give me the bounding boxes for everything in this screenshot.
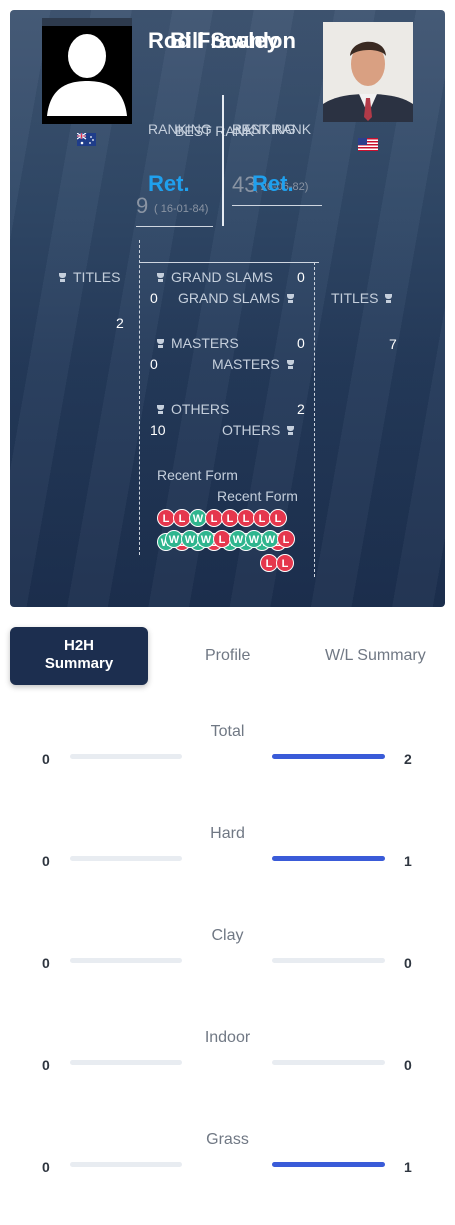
player1-grand-slams-value: 0: [297, 269, 305, 285]
player2-titles-value: 7: [389, 336, 397, 352]
player2-masters-value: 0: [150, 356, 158, 372]
player1-others-label: OTHERS: [156, 401, 229, 417]
tab-profile[interactable]: Profile: [205, 647, 250, 665]
summary-right-count: 0: [404, 955, 412, 971]
summary-right-count: 1: [404, 853, 412, 869]
summary-left-count: 0: [42, 955, 50, 971]
summary-left-bar-track: [70, 754, 182, 759]
summary-category-label: Grass: [206, 1131, 249, 1148]
player1-rank-underline: [136, 226, 213, 227]
summary-right-count: 1: [404, 1159, 412, 1175]
player1-others-value: 2: [297, 401, 305, 417]
summary-right-bar-track: [272, 754, 385, 759]
player1-photo: [42, 18, 132, 124]
trophy-icon: [156, 273, 165, 283]
player1-stats-guide: [139, 240, 140, 555]
trophy-icon: [58, 273, 67, 283]
trophy-icon: [156, 339, 165, 349]
trophy-icon: [286, 426, 295, 436]
player-silhouette-icon: [47, 34, 127, 116]
summary-left-bar-track: [70, 856, 182, 861]
trophy-icon: [286, 294, 295, 304]
player-portrait-image: [323, 22, 413, 122]
form-result-loss: L: [269, 509, 287, 527]
stats-top-rule: [139, 262, 319, 263]
summary-right-bar-fill: [272, 1162, 385, 1167]
usa-flag-icon: [358, 138, 378, 151]
summary-right-bar-fill: [272, 754, 385, 759]
summary-left-bar-track: [70, 958, 182, 963]
player2-grand-slams-label: GRAND SLAMS: [178, 290, 295, 306]
form-result-loss: L: [277, 530, 295, 548]
player2-masters-label: MASTERS: [212, 356, 295, 372]
summary-right-bar-fill: [272, 856, 385, 861]
summary-right-bar-track: [272, 1162, 385, 1167]
player1-masters-value: 0: [297, 335, 305, 351]
player2-others-label: OTHERS: [222, 422, 295, 438]
trophy-icon: [384, 294, 393, 304]
summary-category-label: Clay: [211, 927, 244, 944]
summary-right-count: 2: [404, 751, 412, 767]
player2-rank-underline: [232, 205, 322, 206]
summary-right-count: 0: [404, 1057, 412, 1073]
player1-titles-value: 2: [116, 315, 124, 331]
form-result-loss: L: [276, 554, 294, 572]
player1-ranking-value: Ret.: [148, 171, 190, 196]
tab-h2h-summary[interactable]: H2H Summary: [10, 627, 148, 685]
player2-grand-slams-value: 0: [150, 290, 158, 306]
summary-right-bar-track: [272, 958, 385, 963]
player2-ranking-value: Ret.: [252, 171, 294, 196]
player1-masters-label: MASTERS: [156, 335, 239, 351]
summary-left-bar-track: [70, 1162, 182, 1167]
summary-left-count: 0: [42, 853, 50, 869]
player2-others-value: 10: [150, 422, 166, 438]
player2-best-rank-label: BEST RANK: [232, 121, 312, 137]
ranking-divider: [222, 95, 224, 226]
player2-recent-form-label: Recent Form: [217, 488, 298, 504]
trophy-icon: [156, 405, 165, 415]
player1-best-rank-date: ( 16-01-84): [154, 203, 209, 215]
summary-right-bar-track: [272, 1060, 385, 1065]
player1-grand-slams-label: GRAND SLAMS: [156, 269, 273, 285]
trophy-icon: [286, 360, 295, 370]
summary-category-label: Indoor: [204, 1029, 251, 1046]
summary-category-label: Hard: [210, 825, 245, 842]
summary-left-bar-track: [70, 1060, 182, 1065]
player2-name[interactable]: Bill Scanlon: [170, 28, 296, 54]
tab-h2h-summary-label: H2H Summary: [44, 637, 114, 672]
player2-stats-guide: [314, 262, 315, 577]
summary-left-count: 0: [42, 751, 50, 767]
summary-right-bar-track: [272, 856, 385, 861]
player1-best-rank-label: BEST RANK: [175, 121, 254, 142]
player1-titles-label: TITLES: [58, 269, 120, 285]
summary-left-count: 0: [42, 1159, 50, 1175]
summary-category-label: Total: [210, 723, 245, 740]
player2-photo: [323, 22, 413, 122]
australia-flag-icon: [76, 132, 96, 146]
tab-wl-summary[interactable]: W/L Summary: [325, 647, 426, 665]
summary-left-count: 0: [42, 1057, 50, 1073]
player2-titles-label: TITLES: [331, 290, 393, 306]
player1-recent-form-label: Recent Form: [157, 467, 238, 483]
player1-best-rank-value: 9: [136, 193, 149, 218]
